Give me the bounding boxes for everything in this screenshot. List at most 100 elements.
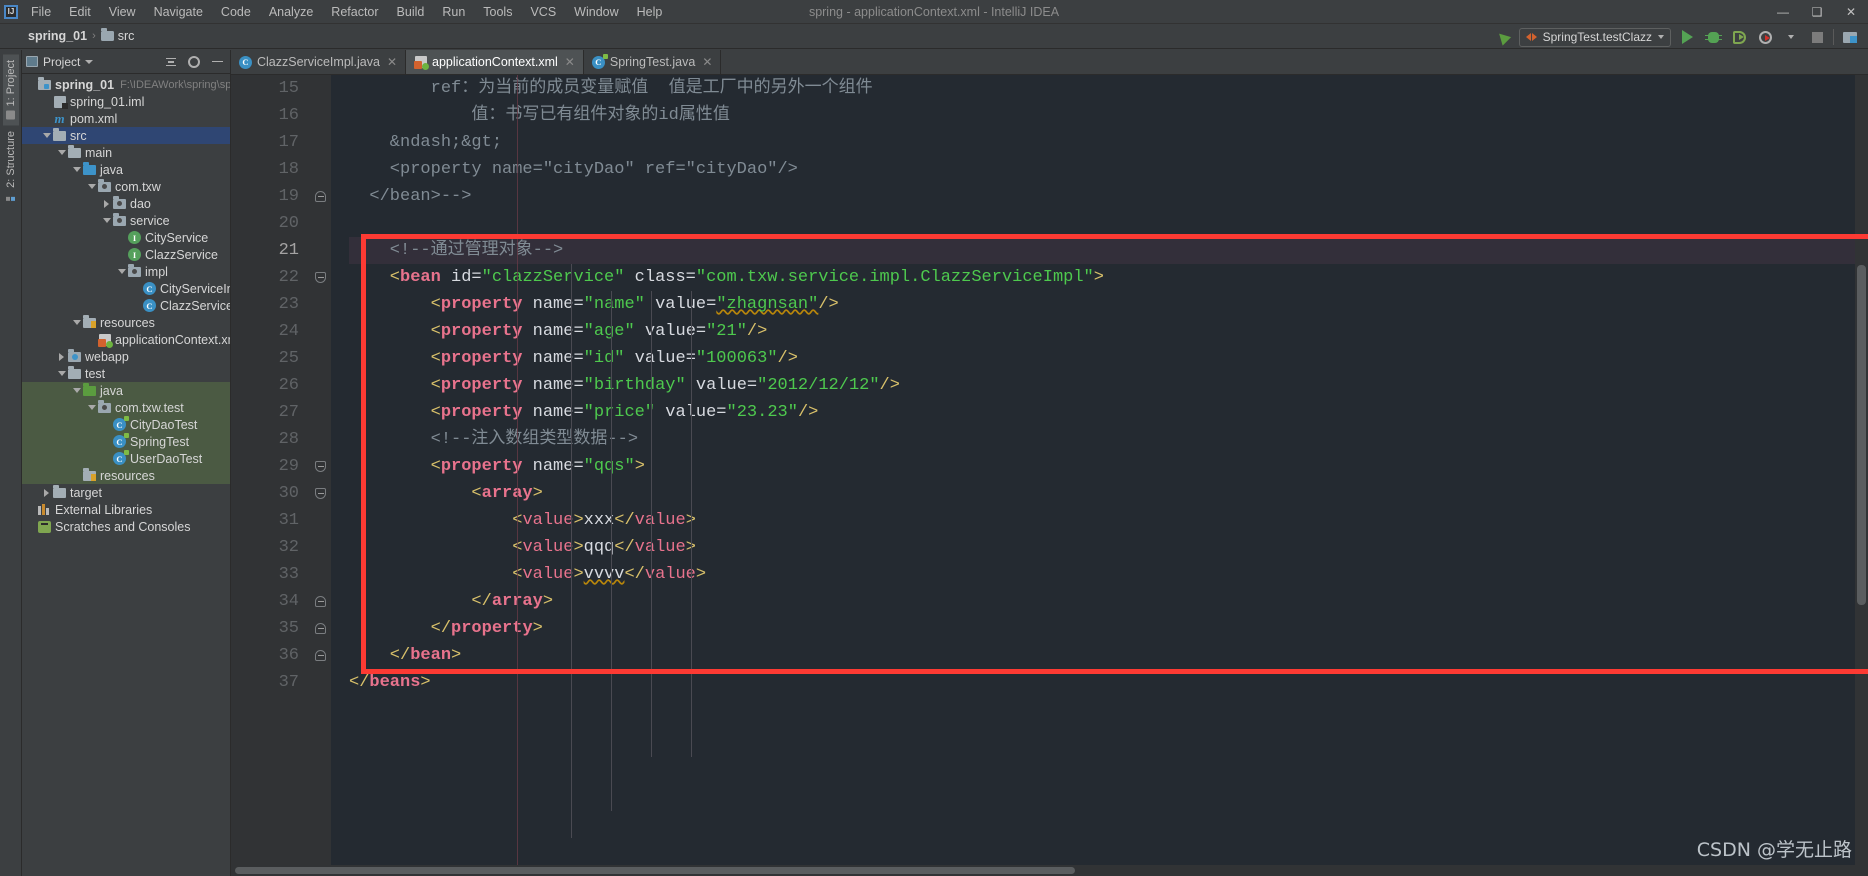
twisty-down-icon[interactable] (86, 405, 97, 410)
twisty-down-icon[interactable] (41, 133, 52, 138)
tree-item-com-txw[interactable]: com.txw (22, 178, 230, 195)
menu-tools[interactable]: Tools (474, 2, 521, 22)
tree-item-com-txw-test[interactable]: com.txw.test (22, 399, 230, 416)
tree-item-test[interactable]: test (22, 365, 230, 382)
horizontal-scrollbar[interactable] (231, 865, 1868, 876)
run-configuration-selector[interactable]: SpringTest.testClazz (1518, 27, 1671, 47)
tree-item-main[interactable]: main (22, 144, 230, 161)
code-line[interactable]: <property name="age" value="21"/> (349, 318, 1868, 345)
tree-item-external-libraries[interactable]: External Libraries (22, 501, 230, 518)
code-fold-toggle[interactable] (315, 272, 326, 283)
close-button[interactable]: ✕ (1834, 0, 1868, 24)
code-line[interactable]: <property name="price" value="23.23"/> (349, 399, 1868, 426)
search-everywhere-icon[interactable] (1840, 27, 1860, 47)
minimize-button[interactable]: — (1766, 0, 1800, 24)
close-icon[interactable]: ✕ (565, 55, 575, 69)
tree-item-target[interactable]: target (22, 484, 230, 501)
code-line[interactable]: <value>xxx</value> (349, 507, 1868, 534)
tree-item-java[interactable]: java (22, 161, 230, 178)
code-line[interactable]: </bean> (349, 642, 1868, 669)
menu-help[interactable]: Help (628, 2, 672, 22)
twisty-down-icon[interactable] (71, 388, 82, 393)
twisty-down-icon[interactable] (56, 371, 67, 376)
main-menu[interactable]: File Edit View Navigate Code Analyze Ref… (22, 2, 671, 22)
code-line[interactable]: <property name="name" value="zhagnsan"/> (349, 291, 1868, 318)
tree-item-cityserviceimpl[interactable]: CCityServiceImpl (22, 280, 230, 297)
chevron-down-icon[interactable] (85, 59, 94, 64)
menu-run[interactable]: Run (433, 2, 474, 22)
tree-item-src[interactable]: src (22, 127, 230, 144)
code-line[interactable]: &ndash;&gt; (349, 129, 1868, 156)
code-line[interactable]: <property name="id" value="100063"/> (349, 345, 1868, 372)
code-line[interactable]: <array> (349, 480, 1868, 507)
run-icon[interactable] (1677, 27, 1697, 47)
code-line[interactable]: ref：为当前的成员变量赋值 值是工厂中的另外一个组件 (349, 75, 1868, 102)
stop-icon[interactable] (1807, 27, 1827, 47)
editor-tab-applicationcontext-xml[interactable]: applicationContext.xml ✕ (406, 50, 584, 74)
menu-code[interactable]: Code (212, 2, 260, 22)
code-fold-toggle[interactable] (315, 650, 326, 661)
close-icon[interactable]: ✕ (387, 55, 397, 69)
tree-item-service[interactable]: service (22, 212, 230, 229)
run-toolbar[interactable]: SpringTest.testClazz (1493, 24, 1868, 50)
coverage-icon[interactable] (1729, 27, 1749, 47)
twisty-down-icon[interactable] (71, 167, 82, 172)
menu-build[interactable]: Build (388, 2, 434, 22)
hammer-icon[interactable] (1493, 27, 1513, 47)
code-line[interactable]: <property name="birthday" value="2012/12… (349, 372, 1868, 399)
twisty-right-icon[interactable] (41, 488, 52, 497)
tree-item-cityservice[interactable]: I CityService (22, 229, 230, 246)
twisty-down-icon[interactable] (86, 184, 97, 189)
collapse-all-button[interactable] (162, 53, 180, 71)
breadcrumb-project[interactable]: spring_01 (28, 29, 87, 43)
code-line[interactable]: <property name="cityDao" ref="cityDao"/> (349, 156, 1868, 183)
horizontal-scrollbar-thumb[interactable] (235, 867, 1075, 874)
code-line[interactable]: <!--通过管理对象--> (349, 237, 1868, 264)
code-line[interactable]: <!--注入数组类型数据--> (349, 426, 1868, 453)
vertical-scrollbar[interactable] (1855, 75, 1868, 865)
menu-refactor[interactable]: Refactor (322, 2, 387, 22)
code-line[interactable]: <property name="qqs"> (349, 453, 1868, 480)
tree-item-spring-01[interactable]: spring_01 F:\IDEAWork\spring\spring_ (22, 76, 230, 93)
code-line[interactable]: <value>vvvv</value> (349, 561, 1868, 588)
tree-item-citydaotest[interactable]: C CityDaoTest (22, 416, 230, 433)
tree-item-pom-xml[interactable]: m pom.xml (22, 110, 230, 127)
tool-window-structure[interactable]: 2: Structure (3, 125, 19, 208)
twisty-right-icon[interactable] (56, 352, 67, 361)
code-fold-toggle[interactable] (315, 461, 326, 472)
editor-tab-bar[interactable]: C ClazzServiceImpl.java ✕ applicationContex… (231, 50, 1868, 75)
code-fold-toggle[interactable] (315, 488, 326, 499)
tree-item-webapp[interactable]: webapp (22, 348, 230, 365)
close-icon[interactable]: ✕ (702, 55, 712, 69)
menu-analyze[interactable]: Analyze (260, 2, 322, 22)
profile-icon[interactable] (1755, 27, 1775, 47)
tree-item-impl[interactable]: impl (22, 263, 230, 280)
twisty-down-icon[interactable] (116, 269, 127, 274)
code-content[interactable]: ref：为当前的成员变量赋值 值是工厂中的另外一个组件 值：书写已有组件对象的i… (331, 75, 1868, 696)
window-controls[interactable]: — ❑ ✕ (1766, 0, 1868, 24)
code-line[interactable]: </bean>--> (349, 183, 1868, 210)
code-fold-toggle[interactable] (315, 596, 326, 607)
twisty-down-icon[interactable] (71, 320, 82, 325)
tree-item-resources[interactable]: resources (22, 314, 230, 331)
vertical-scrollbar-thumb[interactable] (1857, 265, 1866, 605)
breadcrumb-src[interactable]: src (100, 28, 134, 43)
tree-item-scratches-and-consoles[interactable]: Scratches and Consoles (22, 518, 230, 535)
project-tree[interactable]: spring_01 F:\IDEAWork\spring\spring_sprin… (22, 74, 230, 876)
hide-panel-button[interactable] (208, 53, 226, 71)
menu-vcs[interactable]: VCS (521, 2, 565, 22)
tree-item-resources[interactable]: resources (22, 467, 230, 484)
tree-item-clazzservice[interactable]: I ClazzService (22, 246, 230, 263)
chevron-down-icon[interactable] (1658, 35, 1664, 39)
code-folding-gutter[interactable] (309, 75, 331, 865)
menu-navigate[interactable]: Navigate (145, 2, 212, 22)
code-line[interactable] (349, 210, 1868, 237)
code-line[interactable]: </property> (349, 615, 1868, 642)
menu-file[interactable]: File (22, 2, 60, 22)
code-viewport[interactable]: ref：为当前的成员变量赋值 值是工厂中的另外一个组件 值：书写已有组件对象的i… (331, 75, 1868, 865)
tool-window-project[interactable]: 1: Project (2, 54, 19, 126)
maximize-button[interactable]: ❑ (1800, 0, 1834, 24)
twisty-down-icon[interactable] (56, 150, 67, 155)
menu-edit[interactable]: Edit (60, 2, 100, 22)
tree-item-userdaotest[interactable]: C UserDaoTest (22, 450, 230, 467)
